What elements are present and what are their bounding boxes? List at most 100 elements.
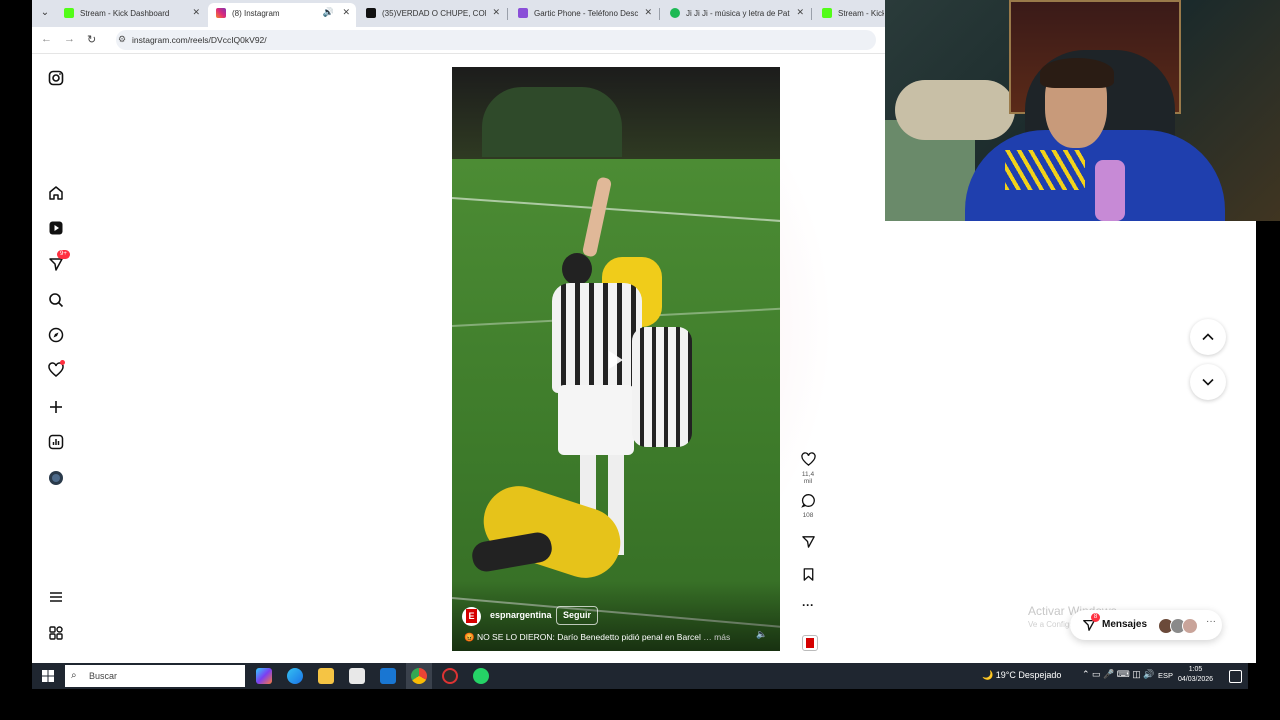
reels-icon[interactable]	[48, 220, 64, 236]
volume-icon[interactable]: 🔈	[756, 629, 767, 640]
caption-more-link[interactable]: … más	[703, 632, 730, 642]
reel-account-name[interactable]: espnargentina	[490, 610, 552, 620]
stadium-stands	[482, 87, 622, 157]
share-icon	[801, 536, 815, 548]
speaker-icon[interactable]: 🔊	[323, 7, 334, 18]
notifications-heart-icon[interactable]	[48, 360, 65, 378]
clock[interactable]: 1:05 04/03/2026	[1178, 665, 1213, 685]
like-button[interactable]: 11,4 mil	[798, 452, 818, 485]
caption-text: 😡 NO SE LO DIERON: Darío Benedetto pidió…	[464, 632, 701, 642]
chevron-up-icon	[1202, 333, 1214, 341]
weather-widget[interactable]: 🌙 19°C Despejado	[982, 670, 1061, 681]
tab-label: Gartic Phone - Teléfono Descor	[534, 9, 638, 18]
clock-date: 04/03/2026	[1178, 676, 1214, 683]
direct-messages-icon[interactable]: 9+	[48, 250, 70, 272]
close-icon[interactable]: ✕	[796, 7, 804, 18]
audio-espn-avatar[interactable]	[802, 635, 818, 651]
like-count: 11,4 mil	[801, 471, 815, 485]
also-from-meta-icon[interactable]	[48, 625, 64, 641]
more-options-icon[interactable]: ···	[798, 598, 818, 612]
messages-pill[interactable]: 8 Mensajes ···	[1070, 610, 1222, 640]
tiktok-icon	[366, 8, 376, 18]
obs-icon[interactable]	[442, 668, 458, 684]
tab-label: Ji Ji Ji - música y letra de Patric	[686, 9, 790, 18]
reel-caption[interactable]: 😡 NO SE LO DIERON: Darío Benedetto pidió…	[464, 632, 734, 643]
follow-button[interactable]: Seguir	[556, 606, 599, 625]
tab-separator	[507, 8, 508, 20]
address-bar[interactable]: ⚙ instagram.com/reels/DVccIQ0kV92/	[116, 30, 876, 50]
search-icon: ⌕	[71, 670, 77, 681]
tab-spotify[interactable]: Ji Ji Ji - música y letra de Patric ✕	[662, 3, 810, 27]
profile-avatar[interactable]	[48, 470, 64, 486]
create-plus-icon[interactable]	[48, 399, 64, 415]
windows-start-icon[interactable]	[42, 670, 54, 682]
player-second	[632, 327, 692, 447]
language-indicator[interactable]: ESP	[1158, 671, 1173, 680]
next-reel-button[interactable]	[1190, 364, 1226, 400]
edge-icon[interactable]	[287, 668, 303, 684]
comment-button[interactable]: 108	[798, 493, 818, 519]
site-info-icon[interactable]: ⚙	[118, 34, 126, 45]
whatsapp-icon[interactable]	[473, 668, 489, 684]
weather-text: 19°C Despejado	[995, 670, 1062, 680]
tab-kick-dashboard[interactable]: Stream - Kick Dashboard ✕	[56, 3, 206, 27]
close-icon[interactable]: ✕	[342, 7, 350, 18]
more-icon: ···	[1206, 616, 1216, 627]
kick-icon	[822, 8, 832, 18]
gartic-icon	[518, 8, 528, 18]
home-icon[interactable]	[48, 185, 64, 201]
tab-label: (35)VERDAD O CHUPE, CON DO	[382, 9, 486, 18]
previous-reel-button[interactable]	[1190, 319, 1226, 355]
outlook-icon[interactable]	[380, 668, 396, 684]
instagram-favicon-icon	[216, 8, 226, 18]
search-placeholder: Buscar	[89, 671, 118, 681]
messages-badge: 8	[1091, 613, 1100, 622]
tab-label: Stream - Kick Dashboard	[80, 9, 170, 18]
file-explorer-icon[interactable]	[318, 668, 334, 684]
reel-video[interactable]: espnargentina Seguir 😡 NO SE LO DIERON: …	[452, 67, 780, 651]
save-button[interactable]	[798, 567, 818, 587]
tab-gartic-phone[interactable]: Gartic Phone - Teléfono Descor ✕	[510, 3, 658, 27]
forward-icon[interactable]: →	[64, 33, 75, 45]
copilot-icon[interactable]	[256, 668, 272, 684]
shirt-stripes	[1005, 150, 1085, 190]
share-button[interactable]	[798, 534, 818, 554]
tab-instagram[interactable]: (8) Instagram 🔊 ✕	[208, 3, 356, 27]
system-tray-icons[interactable]: ⌃ ▭ 🎤 ⌨ ◫ 🔊	[1082, 669, 1154, 680]
clock-time: 1:05	[1188, 666, 1203, 673]
taskbar-search[interactable]: ⌕ Buscar	[65, 665, 245, 687]
player-striped-shirt	[552, 283, 642, 393]
tab-kick-stream[interactable]: Stream - Kick D	[814, 3, 886, 27]
reload-icon[interactable]: ↻	[87, 33, 96, 46]
windows-taskbar: ⌕ Buscar 🌙 19°C Despejado ⌃ ▭ 🎤 ⌨ ◫ 🔊 ES…	[32, 663, 1248, 689]
notification-dot	[60, 360, 65, 365]
chevron-down-icon	[1202, 378, 1214, 386]
explore-compass-icon[interactable]	[48, 327, 64, 343]
player-shorts	[558, 385, 634, 455]
webcam-overlay	[885, 0, 1280, 221]
dashboard-chart-icon[interactable]	[48, 434, 64, 450]
espn-avatar[interactable]	[462, 607, 481, 626]
close-icon[interactable]: ✕	[644, 7, 652, 18]
comment-count: 108	[802, 512, 814, 519]
tab-label: Stream - Kick D	[838, 9, 884, 18]
streamer-hair	[1040, 58, 1114, 88]
close-icon[interactable]: ✕	[192, 7, 200, 18]
play-icon[interactable]	[609, 351, 623, 369]
instagram-logo-icon[interactable]	[48, 70, 64, 86]
tab-verdad-o-chupe[interactable]: (35)VERDAD O CHUPE, CON DO ✕	[358, 3, 506, 27]
tab-search-chevron-icon[interactable]: ⌄	[38, 6, 52, 20]
back-icon[interactable]: ←	[41, 33, 52, 45]
more-menu-icon[interactable]	[48, 589, 64, 605]
comment-icon	[800, 494, 815, 508]
search-icon[interactable]	[48, 292, 64, 308]
notification-badge: 9+	[57, 250, 70, 259]
notification-center-icon[interactable]	[1229, 670, 1242, 683]
chrome-icon[interactable]	[411, 668, 427, 684]
spotify-icon	[670, 8, 680, 18]
tab-label: (8) Instagram	[232, 9, 280, 18]
background-pillow	[895, 80, 1015, 140]
store-icon[interactable]	[349, 668, 365, 684]
close-icon[interactable]: ✕	[492, 7, 500, 18]
url-text: instagram.com/reels/DVccIQ0kV92/	[132, 35, 267, 45]
